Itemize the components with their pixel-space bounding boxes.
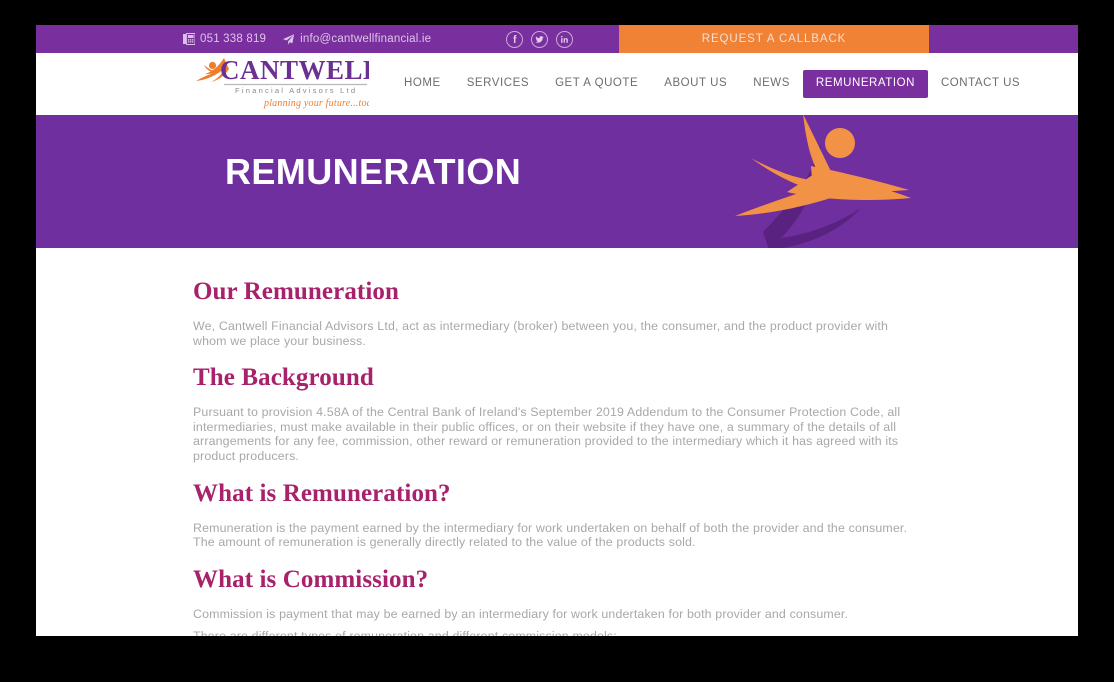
page-title: REMUNERATION [225,151,522,192]
social-links [506,25,573,53]
request-callback-button[interactable]: REQUEST A CALLBACK [619,25,929,53]
heading-what-is-remuneration: What is Remuneration? [193,479,451,507]
paragraph-our-remuneration: We, Cantwell Financial Advisors Ltd, act… [193,319,889,348]
nav-item-contact-us[interactable]: CONTACT US [928,78,1033,90]
nav-item-about-us[interactable]: ABOUT US [651,78,740,90]
paragraph-the-background: Pursuant to provision 4.58A of the Centr… [193,405,901,463]
svg-text:planning your future...today: planning your future...today [263,98,369,109]
svg-text:Financial Advisors Ltd: Financial Advisors Ltd [235,86,357,95]
main-content: Our Remuneration We, Cantwell Financial … [36,248,1078,636]
topbar-contact-group: 051 338 819 info@cantwellfinancial.ie [183,25,431,53]
top-utility-bar: 051 338 819 info@cantwellfinancial.ie RE… [36,25,1078,53]
paragraph-what-is-commission: Commission is payment that may be earned… [193,606,849,621]
phone-number: 051 338 819 [200,33,267,45]
email-address: info@cantwellfinancial.ie [300,33,432,45]
nav-item-get-a-quote[interactable]: GET A QUOTE [542,78,651,90]
heading-what-is-commission: What is Commission? [193,565,429,593]
site-header: CANTWELL Financial Advisors Ltd planning… [36,53,1078,115]
nav-item-home[interactable]: HOME [391,78,454,90]
nav-item-services[interactable]: SERVICES [454,78,542,90]
linkedin-icon[interactable] [556,30,573,48]
website-page: 051 338 819 info@cantwellfinancial.ie RE… [36,25,1078,636]
nav-item-remuneration[interactable]: REMUNERATION [802,70,928,98]
heading-the-background: The Background [193,364,374,392]
paragraph-what-is-remuneration: Remuneration is the payment earned by th… [193,520,908,550]
heading-our-remuneration: Our Remuneration [193,278,399,305]
fax-icon [183,33,195,45]
facebook-icon[interactable] [506,30,523,48]
hero-swoosh-icon [733,115,993,248]
hero-banner: REMUNERATION [36,115,1078,248]
phone-contact[interactable]: 051 338 819 [183,33,266,45]
main-navigation: HOME SERVICES GET A QUOTE ABOUT US NEWS … [391,53,1033,115]
email-contact[interactable]: info@cantwellfinancial.ie [282,33,431,46]
logo[interactable]: CANTWELL Financial Advisors Ltd planning… [191,53,369,115]
twitter-icon[interactable] [531,30,548,48]
nav-item-news[interactable]: NEWS [740,78,803,90]
paragraph-commission-models-intro: There are different types of remuneratio… [193,629,915,636]
svg-text:CANTWELL: CANTWELL [220,55,369,85]
paper-plane-icon [282,33,295,46]
